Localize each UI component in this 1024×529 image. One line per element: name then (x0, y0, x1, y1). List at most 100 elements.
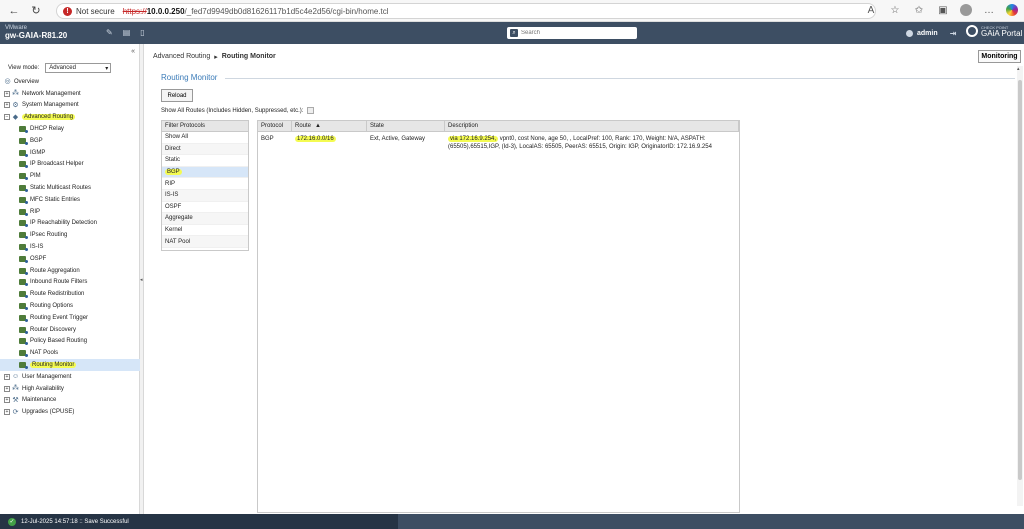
collapse-icon[interactable]: − (4, 114, 10, 121)
expand-icon[interactable]: + (4, 90, 10, 97)
edit-icon[interactable]: ✎ (106, 28, 113, 37)
show-all-routes-checkbox[interactable] (307, 107, 315, 114)
sidebar-item-pim[interactable]: PIM (0, 170, 140, 182)
sidebar-item-routing-options[interactable]: Routing Options (0, 300, 140, 312)
search-box[interactable]: ⌕ (507, 27, 637, 39)
terminal-icon[interactable]: ▤ (123, 28, 131, 37)
expand-icon[interactable]: + (4, 409, 10, 416)
routing-node-icon (19, 244, 28, 252)
routing-icon: ◆ (12, 113, 19, 121)
routing-node-icon (19, 338, 28, 346)
sidebar-item-routing-event-trigger[interactable]: Routing Event Trigger (0, 312, 140, 324)
sidebar-item-upgrades[interactable]: + ⟳ Upgrades (CPUSE) (0, 406, 140, 418)
main-scrollbar[interactable]: ▴ (1017, 66, 1023, 506)
sidebar-item-policy-based-routing[interactable]: Policy Based Routing (0, 336, 140, 348)
hostname: gw-GAIA-R81.20 (5, 31, 68, 40)
filter-bgp[interactable]: BGP (162, 166, 248, 179)
sidebar-item-network-management[interactable]: + ⁂ Network Management (0, 88, 140, 100)
sidebar-item-advanced-routing[interactable]: − ◆ Advanced Routing (0, 111, 140, 123)
routing-node-icon (19, 161, 28, 169)
more-icon[interactable]: … (982, 3, 996, 17)
user-menu[interactable]: admin ⇥ (906, 29, 956, 38)
column-state[interactable]: State (367, 121, 445, 131)
filter-static[interactable]: Static (162, 155, 248, 167)
breadcrumb-current: Routing Monitor (221, 53, 276, 60)
sidebar-item-inbound-route-filters[interactable]: Inbound Route Filters (0, 277, 140, 289)
expand-icon[interactable]: + (4, 373, 10, 380)
filter-direct[interactable]: Direct (162, 143, 248, 156)
routing-node-icon (19, 291, 28, 299)
expand-icon[interactable]: + (4, 102, 10, 109)
view-mode-select[interactable]: Advanced ▾ (45, 63, 112, 73)
network-icon: ⁂ (12, 90, 19, 98)
sidebar-item-ipsec-routing[interactable]: IPsec Routing (0, 229, 140, 241)
favorites-icon[interactable]: ✩ (912, 3, 926, 17)
sidebar-item-nat-pools[interactable]: NAT Pools (0, 347, 140, 359)
profile-icon[interactable] (960, 4, 972, 16)
monitoring-button[interactable]: Monitoring (978, 50, 1021, 63)
sidebar-splitter[interactable]: ◂ (140, 44, 144, 514)
sidebar-item-user-management[interactable]: + ☺ User Management (0, 371, 140, 383)
column-description[interactable]: Description (445, 121, 739, 131)
sidebar-item-ospf[interactable]: OSPF (0, 253, 140, 265)
sidebar-item-ip-broadcast-helper[interactable]: IP Broadcast Helper (0, 159, 140, 171)
cell-route: 172.16.0.0/16 (295, 136, 336, 142)
column-route[interactable]: Route ▲ (292, 121, 367, 131)
filter-ospf[interactable]: OSPF (162, 202, 248, 214)
url-scheme: https:// (122, 6, 147, 16)
routing-node-icon (19, 314, 28, 322)
sidebar-item-rip[interactable]: RIP (0, 206, 140, 218)
back-icon[interactable]: ← (6, 3, 22, 19)
show-all-routes-label: Show All Routes (Includes Hidden, Suppre… (161, 107, 304, 114)
sidebar-item-dhcp-relay[interactable]: DHCP Relay (0, 123, 140, 135)
sidebar-item-igmp[interactable]: IGMP (0, 147, 140, 159)
wrench-icon: ⚒ (12, 396, 19, 404)
search-input[interactable] (521, 30, 631, 36)
collections-icon[interactable]: ▣ (936, 3, 950, 17)
reload-icon[interactable]: ↻ (28, 3, 44, 19)
sidebar-item-bgp[interactable]: BGP (0, 135, 140, 147)
sidebar-item-static-multicast-routes[interactable]: Static Multicast Routes (0, 182, 140, 194)
filter-nat-pool[interactable]: NAT Pool (162, 236, 248, 248)
sidebar-item-is-is[interactable]: IS-IS (0, 241, 140, 253)
filter-is-is[interactable]: IS-IS (162, 189, 248, 202)
routing-node-icon (19, 267, 28, 275)
logout-icon[interactable]: ⇥ (950, 29, 957, 38)
read-aloud-icon[interactable]: A (864, 3, 878, 17)
filter-aggregate[interactable]: Aggregate (162, 213, 248, 225)
gear-icon: ⚙ (12, 101, 19, 109)
reload-button[interactable]: Reload (161, 89, 193, 102)
sidebar-item-routing-monitor[interactable]: Routing Monitor (0, 359, 140, 371)
sidebar-item-overview[interactable]: ◎ Overview (0, 76, 140, 88)
table-row[interactable]: BGP 172.16.0.0/16 Ext, Active, Gateway v… (258, 132, 739, 155)
sidebar-item-router-discovery[interactable]: Router Discovery (0, 324, 140, 336)
show-all-routes-option: Show All Routes (Includes Hidden, Suppre… (161, 107, 315, 114)
breadcrumb-parent[interactable]: Advanced Routing (153, 53, 210, 61)
address-bar[interactable]: ! Not secure https:// 10.0.0.250 /_fed7d… (56, 3, 876, 19)
status-text: 12-Jul-2025 14:57:18 :: Save Successful (21, 518, 129, 525)
expand-icon[interactable]: + (4, 385, 10, 392)
collapse-sidebar-icon[interactable]: « (131, 48, 135, 55)
copilot-icon[interactable] (1006, 4, 1018, 16)
scroll-thumb[interactable] (1018, 80, 1022, 480)
filter-show-all[interactable]: Show All (162, 132, 248, 144)
sidebar-item-system-management[interactable]: + ⚙ System Management (0, 100, 140, 112)
logo-icon (966, 25, 978, 37)
splitter-arrow-icon[interactable]: ◂ (140, 277, 143, 283)
document-icon[interactable]: ▯ (140, 28, 144, 37)
sidebar-item-route-redistribution[interactable]: Route Redistribution (0, 288, 140, 300)
filter-kernel[interactable]: Kernel (162, 225, 248, 237)
star-icon[interactable]: ☆ (888, 3, 902, 17)
expand-icon[interactable]: + (4, 397, 10, 404)
sidebar-item-route-aggregation[interactable]: Route Aggregation (0, 265, 140, 277)
scroll-up-icon[interactable]: ▴ (1017, 66, 1020, 72)
sidebar-item-ip-reachability-detection[interactable]: IP Reachability Detection (0, 218, 140, 230)
sidebar-item-mfc-static-entries[interactable]: MFC Static Entries (0, 194, 140, 206)
user-icon (906, 30, 913, 37)
column-protocol[interactable]: Protocol (258, 121, 292, 131)
url-path: /_fed7d9949db0d81626117b1d5c4e2d56/cgi-b… (184, 6, 389, 16)
sidebar-item-high-availability[interactable]: + ⁂ High Availability (0, 383, 140, 395)
filter-rip[interactable]: RIP (162, 178, 248, 190)
sidebar-item-maintenance[interactable]: + ⚒ Maintenance (0, 395, 140, 407)
routing-node-icon (19, 232, 28, 240)
